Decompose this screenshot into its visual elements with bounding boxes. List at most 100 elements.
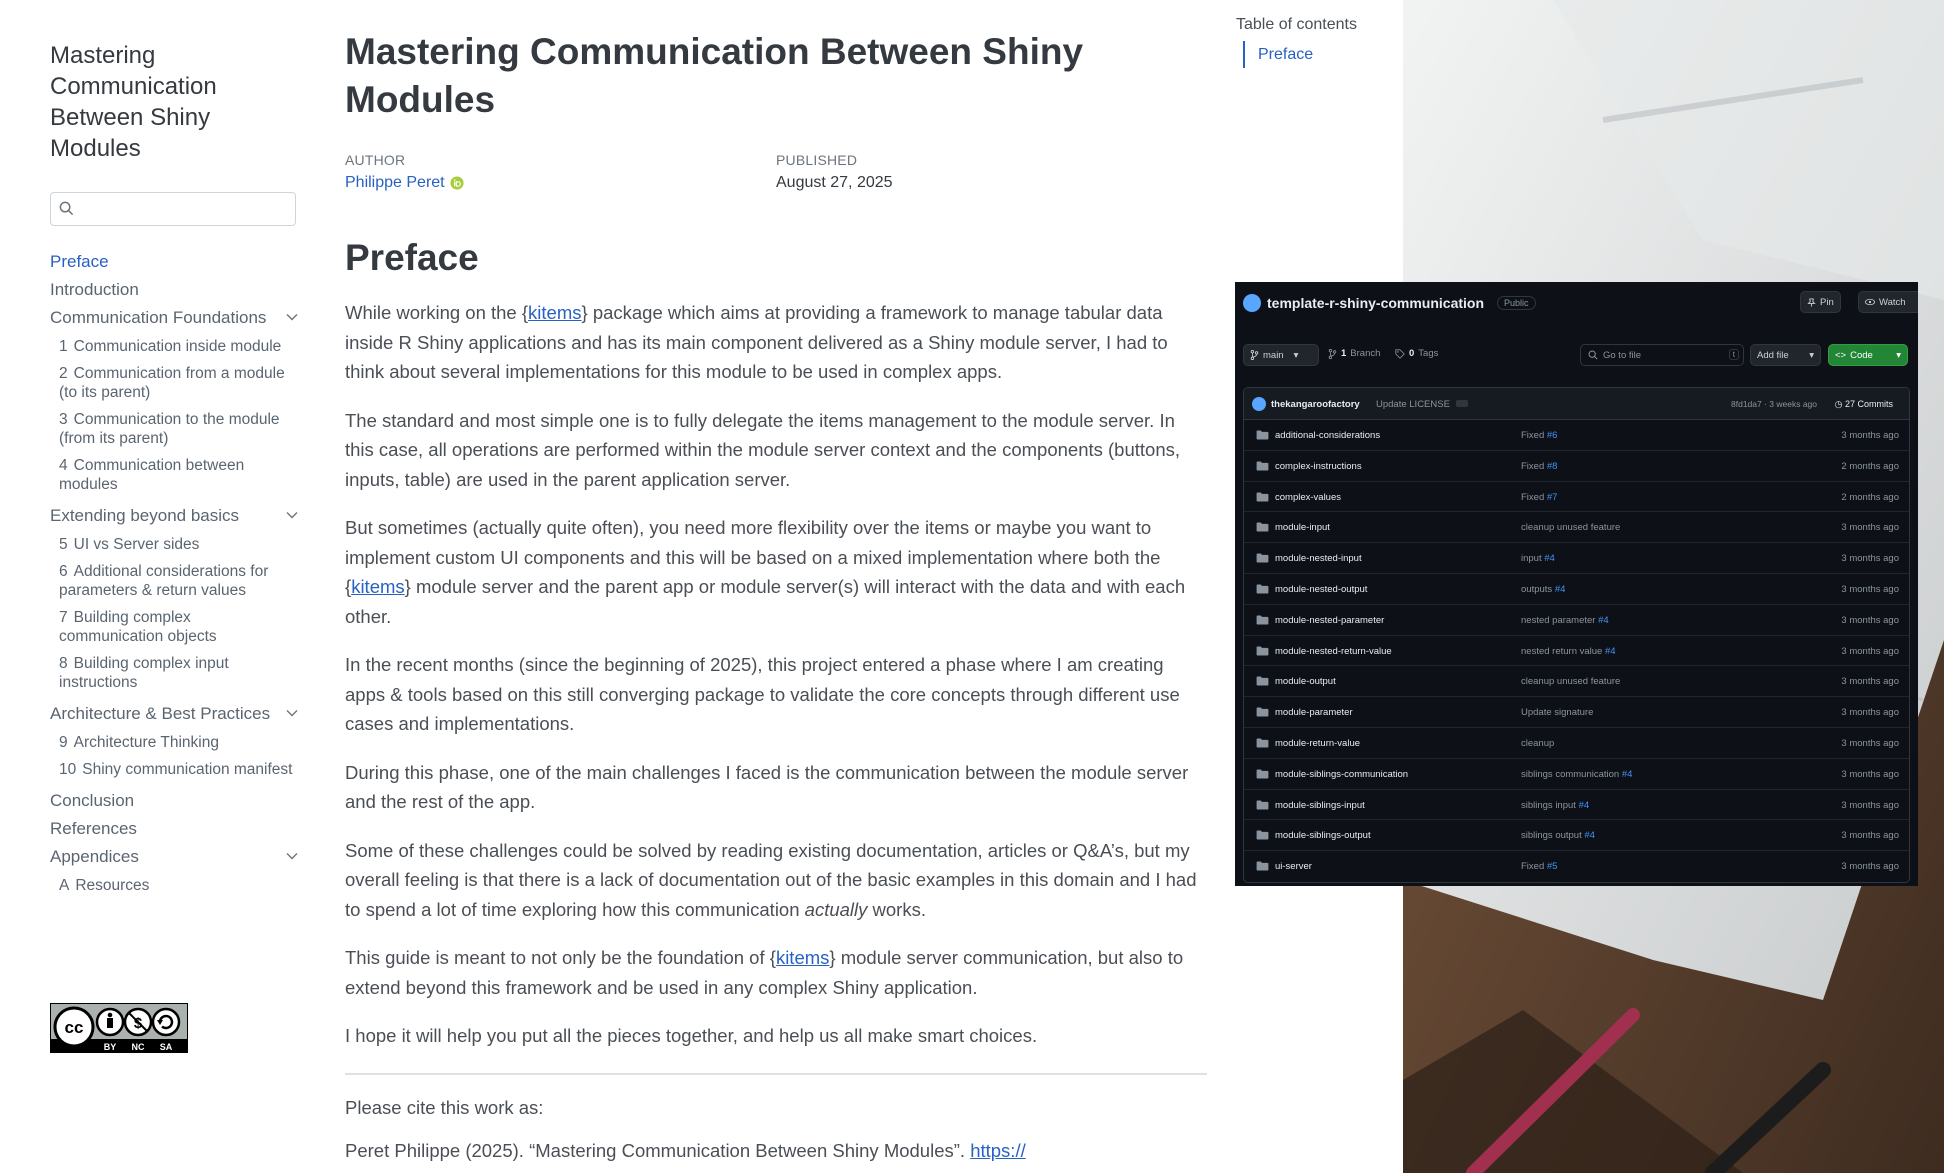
sidebar-chapter-8[interactable]: 8 Building complex input instructions: [59, 654, 298, 692]
file-commit-message[interactable]: cleanup unused feature: [1521, 676, 1620, 687]
table-row[interactable]: module-input cleanup unused feature 3 mont…: [1244, 512, 1909, 544]
search-input[interactable]: [51, 193, 295, 225]
chevron-down-icon[interactable]: [286, 709, 298, 718]
table-row[interactable]: module-nested-parameter nested parameter …: [1244, 605, 1909, 636]
file-name[interactable]: module-nested-return-value: [1275, 646, 1392, 657]
sidebar-item-references[interactable]: References: [50, 815, 298, 843]
sidebar-chapter-5[interactable]: 5 UI vs Server sides: [59, 535, 298, 554]
file-commit-message[interactable]: cleanup unused feature: [1521, 522, 1620, 533]
repo-owner-avatar[interactable]: [1243, 294, 1261, 312]
file-commit-message[interactable]: siblings communication #4: [1521, 769, 1632, 780]
sidebar-chapter-4[interactable]: 4 Communication between modules: [59, 456, 298, 494]
issue-ref[interactable]: #7: [1547, 492, 1558, 503]
sidebar-chapter-2[interactable]: 2 Communication from a module (to its par…: [59, 364, 298, 402]
commit-author-avatar[interactable]: [1252, 397, 1266, 411]
file-commit-message[interactable]: Fixed #6: [1521, 430, 1557, 441]
file-commit-message[interactable]: siblings output #4: [1521, 830, 1595, 841]
chevron-down-icon[interactable]: [286, 852, 298, 861]
go-to-file-input[interactable]: Go to file t: [1580, 344, 1744, 366]
commit-author[interactable]: thekangaroofactory: [1271, 399, 1360, 410]
commit-count[interactable]: ◷ 27 Commits: [1835, 399, 1893, 410]
commit-hash-time[interactable]: 8fd1da7 · 3 weeks ago: [1731, 399, 1817, 409]
file-commit-message[interactable]: outputs #4: [1521, 584, 1565, 595]
sidebar-item-conclusion[interactable]: Conclusion: [50, 787, 298, 815]
sidebar-item-communication-foundations[interactable]: Communication Foundations: [50, 304, 298, 332]
cc-license-badge[interactable]: cc $ BY NC SA: [50, 1003, 188, 1053]
kitems-link[interactable]: kitems: [776, 947, 829, 968]
code-button[interactable]: <> Code ▾: [1828, 344, 1908, 366]
file-name[interactable]: additional-considerations: [1275, 430, 1380, 441]
branches-link[interactable]: 1 Branch: [1328, 348, 1380, 359]
issue-ref[interactable]: #5: [1547, 861, 1558, 872]
author-name[interactable]: Philippe Peret: [345, 174, 445, 192]
table-row[interactable]: module-siblings-input siblings input #4 3 …: [1244, 790, 1909, 821]
cite-link[interactable]: https://: [970, 1140, 1026, 1161]
sidebar-chapter-6[interactable]: 6 Additional considerations for parameter…: [59, 562, 298, 600]
sidebar-item-appendices[interactable]: Appendices: [50, 843, 298, 871]
file-name[interactable]: module-siblings-communication: [1275, 769, 1408, 780]
issue-ref[interactable]: #4: [1605, 646, 1616, 657]
file-commit-message[interactable]: Fixed #7: [1521, 492, 1557, 503]
commit-message[interactable]: Update LICENSE: [1376, 399, 1450, 410]
file-name[interactable]: module-return-value: [1275, 738, 1360, 749]
add-file-button[interactable]: Add file ▾: [1750, 344, 1821, 366]
table-row[interactable]: module-nested-return-value nested return …: [1244, 636, 1909, 667]
sidebar-item-preface[interactable]: Preface: [50, 248, 298, 276]
file-commit-message[interactable]: Fixed #8: [1521, 461, 1557, 472]
file-name[interactable]: module-input: [1275, 522, 1330, 533]
file-name[interactable]: module-siblings-input: [1275, 800, 1365, 811]
sidebar-chapter-3[interactable]: 3 Communication to the module (from its p…: [59, 410, 298, 448]
file-commit-message[interactable]: Update signature: [1521, 707, 1593, 718]
file-commit-message[interactable]: nested parameter #4: [1521, 615, 1609, 626]
issue-ref[interactable]: #8: [1547, 461, 1558, 472]
sidebar-item-extending-beyond-basics[interactable]: Extending beyond basics: [50, 502, 298, 530]
branch-selector[interactable]: main ▾: [1243, 344, 1319, 366]
file-commit-message[interactable]: siblings input #4: [1521, 800, 1589, 811]
file-commit-message[interactable]: input #4: [1521, 553, 1555, 564]
sidebar-chapter-10[interactable]: 10 Shiny communication manifest: [59, 760, 298, 779]
table-row[interactable]: module-output cleanup unused feature 3 mon…: [1244, 666, 1909, 698]
table-row[interactable]: module-siblings-output siblings output #4…: [1244, 820, 1909, 852]
issue-ref[interactable]: #4: [1544, 553, 1555, 564]
sidebar-chapter-1[interactable]: 1 Communication inside module: [59, 337, 298, 356]
pin-button[interactable]: Pin: [1800, 291, 1841, 313]
chevron-down-icon[interactable]: [286, 511, 298, 520]
site-title[interactable]: Mastering Communication Between Shiny Mo…: [50, 40, 298, 164]
tags-link[interactable]: 0 Tags: [1395, 348, 1438, 359]
issue-ref[interactable]: #4: [1579, 800, 1590, 811]
file-commit-message[interactable]: Fixed #5: [1521, 861, 1557, 872]
file-name[interactable]: module-siblings-output: [1275, 830, 1371, 841]
commit-details-icon[interactable]: [1456, 400, 1468, 407]
file-name[interactable]: ui-server: [1275, 861, 1312, 872]
sidebar-chapter-7[interactable]: 7 Building complex communication objects: [59, 608, 298, 646]
issue-ref[interactable]: #4: [1555, 584, 1566, 595]
file-name[interactable]: complex-values: [1275, 492, 1341, 503]
sidebar-item-architecture-best-practices[interactable]: Architecture & Best Practices: [50, 700, 298, 728]
file-name[interactable]: module-nested-input: [1275, 553, 1362, 564]
table-row[interactable]: module-nested-input input #4 3 months ago: [1244, 543, 1909, 574]
file-name[interactable]: module-nested-output: [1275, 584, 1367, 595]
author-link[interactable]: Philippe Peret: [345, 174, 776, 192]
toc-entry-preface[interactable]: Preface: [1243, 41, 1357, 68]
table-row[interactable]: ui-server Fixed #5 3 months ago: [1244, 851, 1909, 882]
file-name[interactable]: module-nested-parameter: [1275, 615, 1384, 626]
table-row[interactable]: module-nested-output outputs #4 3 months a…: [1244, 574, 1909, 605]
kitems-link[interactable]: kitems: [528, 302, 581, 323]
table-row[interactable]: module-return-value cleanup 3 months ago: [1244, 728, 1909, 759]
file-name[interactable]: module-parameter: [1275, 707, 1353, 718]
table-row[interactable]: module-parameter Update signature 3 months…: [1244, 697, 1909, 728]
issue-ref[interactable]: #4: [1598, 615, 1609, 626]
file-commit-message[interactable]: nested return value #4: [1521, 646, 1616, 657]
table-row[interactable]: module-siblings-communication siblings co…: [1244, 759, 1909, 790]
chevron-down-icon[interactable]: [286, 313, 298, 322]
watch-button[interactable]: Watch: [1858, 291, 1918, 313]
sidebar-chapter-a[interactable]: A Resources: [59, 876, 298, 895]
sidebar-item-introduction[interactable]: Introduction: [50, 276, 298, 304]
issue-ref[interactable]: #4: [1584, 830, 1595, 841]
file-name[interactable]: module-output: [1275, 676, 1336, 687]
table-row[interactable]: additional-considerations Fixed #6 3 month…: [1244, 420, 1909, 451]
file-name[interactable]: complex-instructions: [1275, 461, 1362, 472]
table-row[interactable]: complex-values Fixed #7 2 months ago: [1244, 482, 1909, 513]
issue-ref[interactable]: #6: [1547, 430, 1558, 441]
file-commit-message[interactable]: cleanup: [1521, 738, 1554, 749]
